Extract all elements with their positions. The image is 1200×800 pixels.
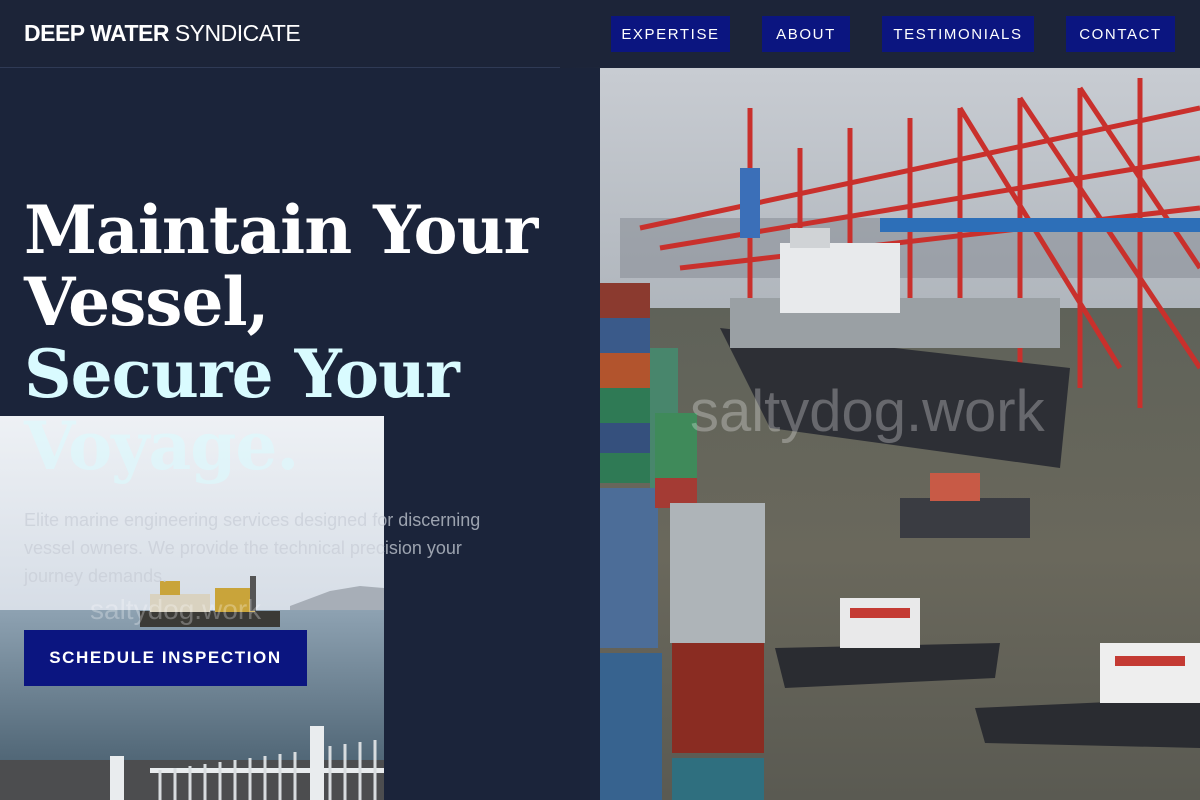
nav-about-button[interactable]: ABOUT xyxy=(762,16,850,52)
nav-testimonials-button[interactable]: TESTIMONIALS xyxy=(882,16,1034,52)
hero-title: Maintain Your Vessel, Secure Your Voyage… xyxy=(24,194,584,482)
hero-title-line4: Voyage. xyxy=(24,407,299,485)
port-watermark: saltydog.work xyxy=(690,379,1045,444)
hero-title-line3: Secure Your xyxy=(24,335,460,413)
dredger-watermark: saltydog.work xyxy=(90,594,262,625)
container-port-image: saltydog.work xyxy=(600,68,1200,800)
nav-contact-button[interactable]: CONTACT xyxy=(1066,16,1175,52)
hero-title-line1: Maintain Your xyxy=(24,191,538,269)
hero-subtitle: Elite marine engineering services design… xyxy=(24,510,481,586)
brand-logo[interactable]: DEEP WATER SYNDICATE xyxy=(24,20,301,47)
brand-bold: DEEP WATER xyxy=(24,20,169,46)
hero-title-line2: Vessel, xyxy=(24,263,270,341)
nav-expertise-button[interactable]: EXPERTISE xyxy=(611,16,730,52)
brand-light: SYNDICATE xyxy=(174,20,301,46)
schedule-inspection-button[interactable]: SCHEDULE INSPECTION xyxy=(24,630,307,686)
